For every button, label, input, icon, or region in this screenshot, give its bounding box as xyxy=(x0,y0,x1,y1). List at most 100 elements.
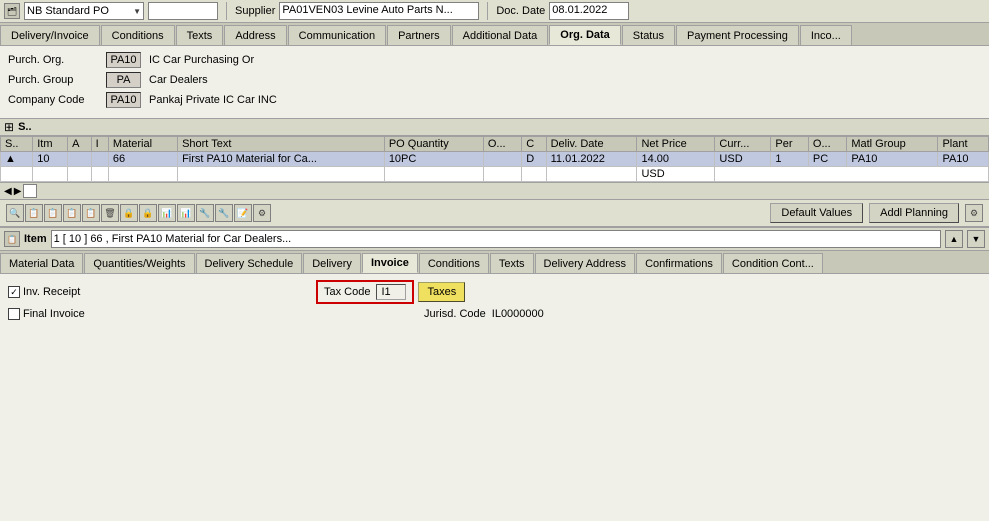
cell-empty xyxy=(1,167,33,182)
action-left-group: 🔍 📋 📋 📋 📋 🗑 🔒 🔒 📊 📊 🔧 🔧 📝 ⚙ xyxy=(6,204,271,222)
grid-section-label: S.. xyxy=(18,121,31,133)
po-items-table: S.. Itm A I Material Short Text PO Quant… xyxy=(0,136,989,182)
tax-code-section: Tax Code I1 xyxy=(316,280,414,304)
nav-up-button[interactable]: ▲ xyxy=(945,230,963,248)
tab-quantities-weights[interactable]: Quantities/Weights xyxy=(84,253,194,273)
final-invoice-checkbox-label: Final Invoice xyxy=(8,308,108,320)
table-row[interactable]: ▲ 10 66 First PA10 Material for Ca... 10… xyxy=(1,152,989,167)
tab-delivery-invoice[interactable]: Delivery/Invoice xyxy=(0,25,100,45)
cell-material: 66 xyxy=(108,152,177,167)
purch-org-label: Purch. Org. xyxy=(8,54,98,66)
inv-receipt-checkbox[interactable] xyxy=(8,286,20,298)
doc-date-label: Doc. Date xyxy=(496,5,545,17)
cell-empty4 xyxy=(91,167,108,182)
tab-texts-bottom[interactable]: Texts xyxy=(490,253,534,273)
tab-material-data[interactable]: Material Data xyxy=(0,253,83,273)
cell-o2: PC xyxy=(808,152,846,167)
icon-9[interactable]: 📊 xyxy=(177,204,195,222)
tab-additional-data[interactable]: Additional Data xyxy=(452,25,549,45)
company-code-label: Company Code xyxy=(8,94,98,106)
tab-delivery-schedule[interactable]: Delivery Schedule xyxy=(196,253,303,273)
item-selector-dropdown[interactable] xyxy=(51,230,941,248)
tab-condition-cont[interactable]: Condition Cont... xyxy=(723,253,823,273)
cell-empty10 xyxy=(546,167,637,182)
tab-conditions[interactable]: Conditions xyxy=(101,25,175,45)
table-row-currency: USD xyxy=(1,167,989,182)
final-invoice-checkbox[interactable] xyxy=(8,308,20,320)
col-a: A xyxy=(68,137,91,152)
company-code-value: Pankaj Private IC Car INC xyxy=(149,94,277,106)
tab-inco[interactable]: Inco... xyxy=(800,25,852,45)
tax-code-value[interactable]: I1 xyxy=(376,284,406,300)
left-panel-icon[interactable]: 🗂 xyxy=(4,3,20,19)
toolbar-separator-2 xyxy=(487,2,488,20)
cell-short-text: First PA10 Material for Ca... xyxy=(178,152,385,167)
doc-date-field[interactable]: 08.01.2022 xyxy=(549,2,629,20)
supplier-field[interactable]: PA01VEN03 Levine Auto Parts N... xyxy=(279,2,479,20)
final-invoice-label: Final Invoice xyxy=(23,308,85,320)
icon-13[interactable]: ⚙ xyxy=(253,204,271,222)
main-container: 🗂 NB Standard PO ▼ Supplier PA01VEN03 Le… xyxy=(0,0,989,521)
po-number-field[interactable] xyxy=(148,2,218,20)
col-plant: Plant xyxy=(938,137,989,152)
cell-empty3 xyxy=(68,167,91,182)
purch-org-value: IC Car Purchasing Or xyxy=(149,54,254,66)
grid-expand-icon[interactable]: ⊞ xyxy=(4,120,14,134)
icon-11[interactable]: 🔧 xyxy=(215,204,233,222)
tab-address[interactable]: Address xyxy=(224,25,286,45)
search-icon[interactable]: 🔍 xyxy=(6,204,24,222)
action-toolbar: 🔍 📋 📋 📋 📋 🗑 🔒 🔒 📊 📊 🔧 🔧 📝 ⚙ Default Valu… xyxy=(0,199,989,227)
tab-partners[interactable]: Partners xyxy=(387,25,451,45)
col-status: S.. xyxy=(1,137,33,152)
action-right-group: Default Values Addl Planning ⚙ xyxy=(770,203,983,223)
icon-7[interactable]: 🔒 xyxy=(139,204,157,222)
inv-receipt-label: Inv. Receipt xyxy=(23,286,80,298)
tab-status[interactable]: Status xyxy=(622,25,675,45)
company-code-row: Company Code PA10 Pankaj Private IC Car … xyxy=(8,92,981,108)
tab-communication[interactable]: Communication xyxy=(288,25,386,45)
toolbar-separator xyxy=(226,2,227,20)
col-itm: Itm xyxy=(33,137,68,152)
item-panel-icon[interactable]: 📋 xyxy=(4,231,20,247)
tab-invoice[interactable]: Invoice xyxy=(362,253,418,273)
tab-payment-processing[interactable]: Payment Processing xyxy=(676,25,799,45)
scroll-left-icon[interactable]: ◀ xyxy=(4,186,12,197)
item-selector-bar: 📋 Item ▲ ▼ xyxy=(0,227,989,251)
tab-confirmations[interactable]: Confirmations xyxy=(636,253,722,273)
cell-plant: PA10 xyxy=(938,152,989,167)
tab-conditions-bottom[interactable]: Conditions xyxy=(419,253,489,273)
cell-empty2 xyxy=(33,167,68,182)
col-net-price: Net Price xyxy=(637,137,715,152)
icon-6[interactable]: 🔒 xyxy=(120,204,138,222)
purch-group-value: Car Dealers xyxy=(149,74,208,86)
icon-5[interactable]: 🗑 xyxy=(101,204,119,222)
icon-1[interactable]: 📋 xyxy=(25,204,43,222)
scroll-indicator xyxy=(23,184,37,198)
cell-per: 1 xyxy=(771,152,809,167)
tab-texts[interactable]: Texts xyxy=(176,25,224,45)
icon-10[interactable]: 🔧 xyxy=(196,204,214,222)
cell-empty7 xyxy=(384,167,483,182)
tab-org-data[interactable]: Org. Data xyxy=(549,25,621,45)
taxes-button[interactable]: Taxes xyxy=(418,282,465,302)
tax-code-label: Tax Code xyxy=(324,286,370,298)
col-material: Material xyxy=(108,137,177,152)
icon-12[interactable]: 📝 xyxy=(234,204,252,222)
cell-empty8 xyxy=(483,167,521,182)
org-data-content: Purch. Org. PA10 IC Car Purchasing Or Pu… xyxy=(0,46,989,118)
icon-3[interactable]: 📋 xyxy=(63,204,81,222)
icon-4[interactable]: 📋 xyxy=(82,204,100,222)
scroll-right-icon[interactable]: ▶ xyxy=(14,186,22,197)
icon-2[interactable]: 📋 xyxy=(44,204,62,222)
settings-icon[interactable]: ⚙ xyxy=(965,204,983,222)
tab-delivery-address[interactable]: Delivery Address xyxy=(535,253,636,273)
default-values-button[interactable]: Default Values xyxy=(770,203,863,223)
col-o2: O... xyxy=(808,137,846,152)
tab-delivery[interactable]: Delivery xyxy=(303,253,361,273)
grid-section: ⊞ S.. S.. Itm A I Material Short Text PO… xyxy=(0,118,989,199)
icon-8[interactable]: 📊 xyxy=(158,204,176,222)
doc-type-dropdown[interactable]: NB Standard PO ▼ xyxy=(24,2,144,20)
nav-down-button[interactable]: ▼ xyxy=(967,230,985,248)
addl-planning-button[interactable]: Addl Planning xyxy=(869,203,959,223)
col-o1: O... xyxy=(483,137,521,152)
